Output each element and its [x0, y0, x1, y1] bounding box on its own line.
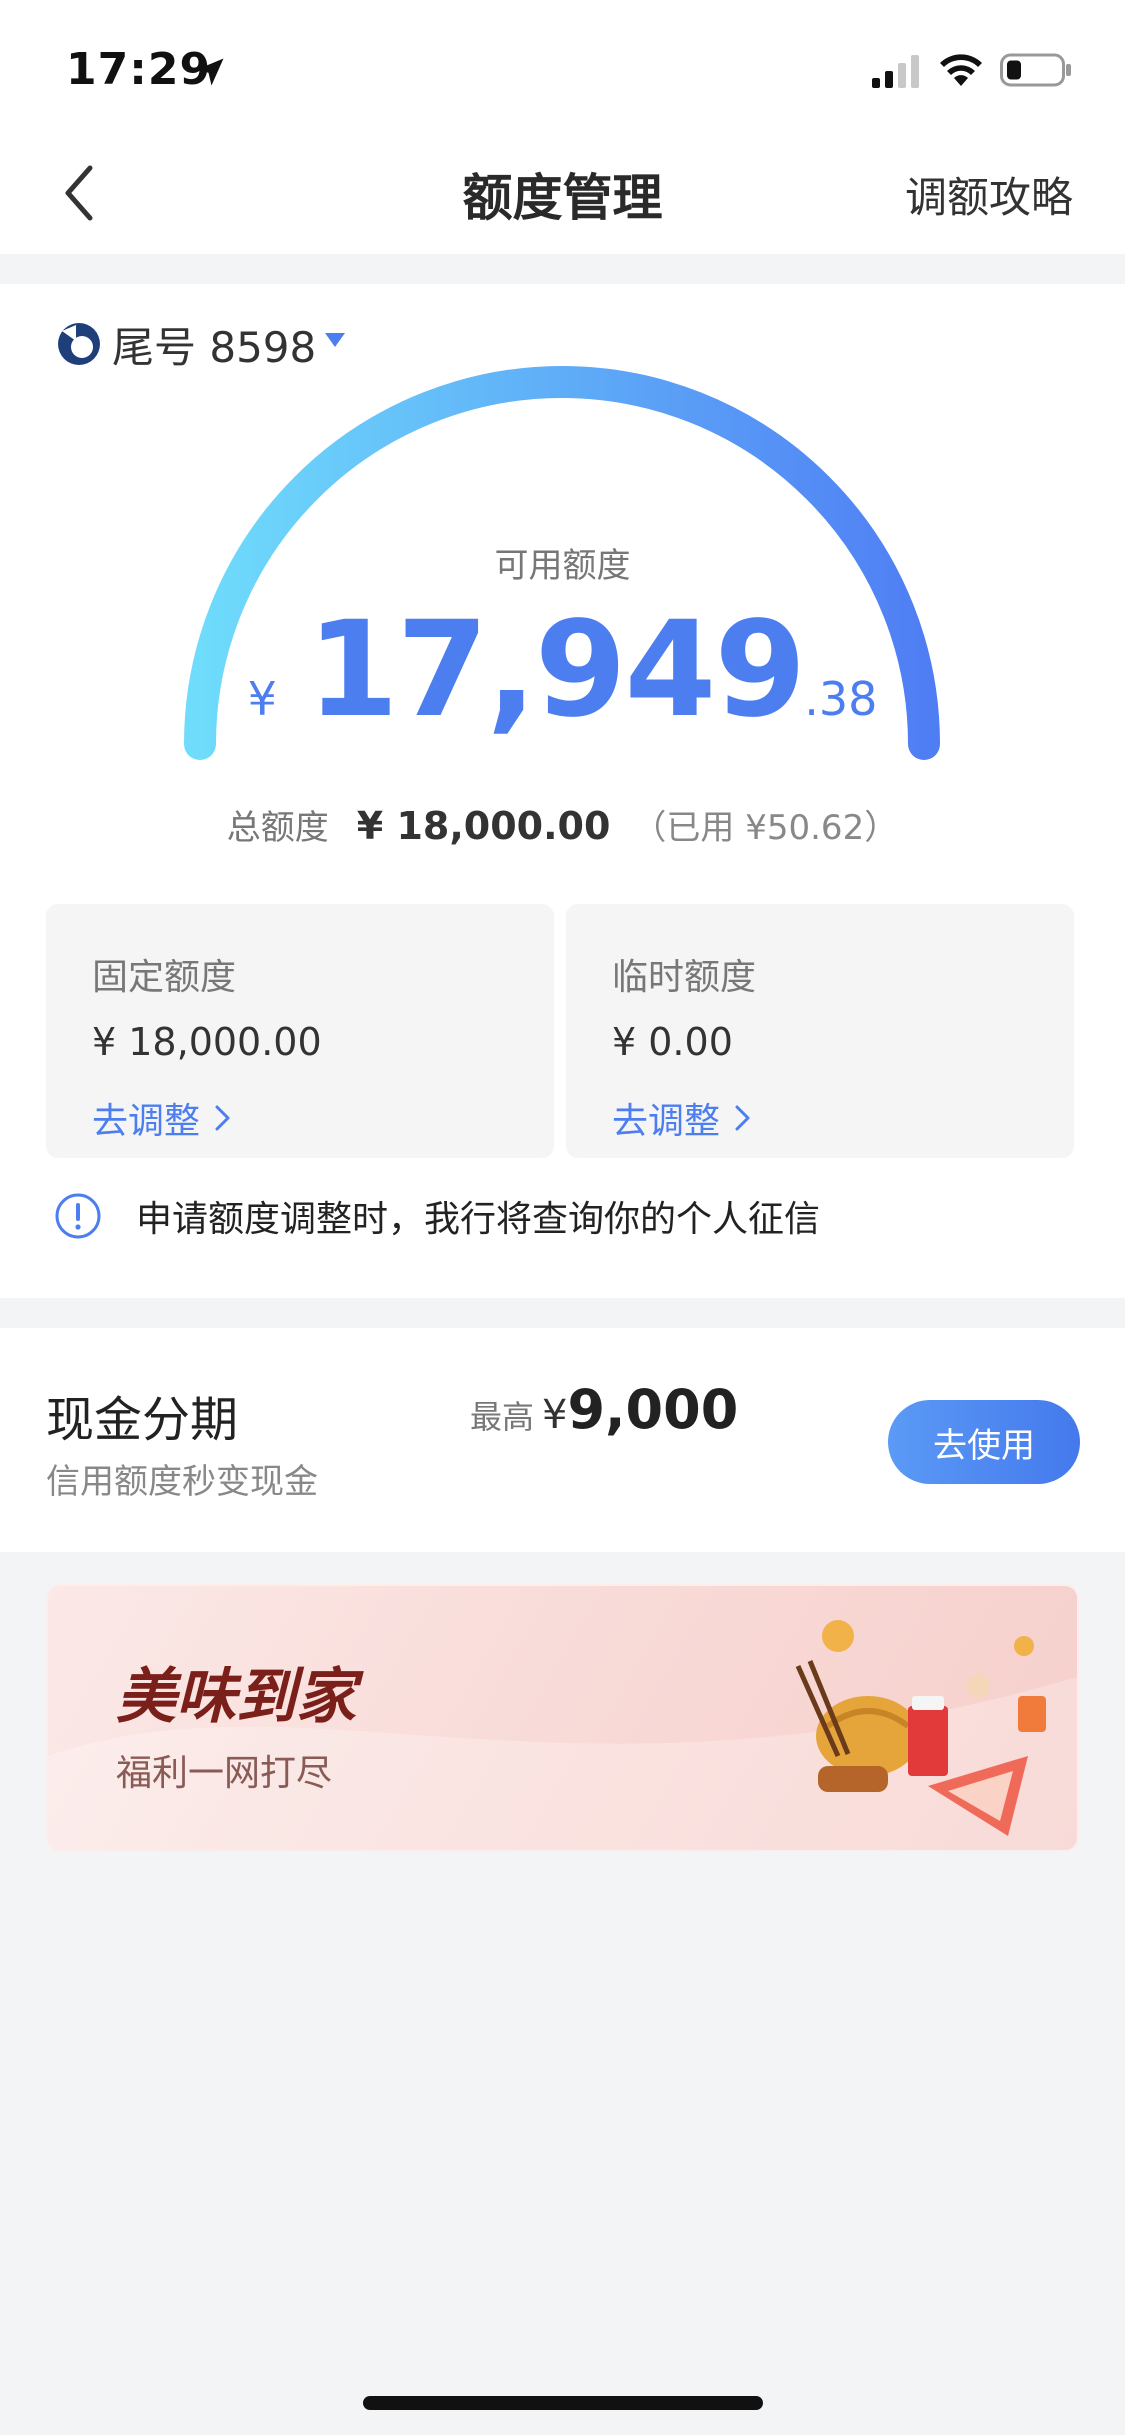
amount-decimal: .38 — [804, 672, 878, 726]
used-value: （已用 ¥50.62） — [632, 808, 899, 848]
banner-subtitle: 福利一网打尽 — [116, 1753, 333, 1794]
food-illustration-icon — [795, 1620, 1046, 1836]
total-credit-row: 总额度 ¥ 18,000.00 （已用 ¥50.62） — [0, 800, 1125, 849]
total-label: 总额度 — [226, 808, 329, 848]
bank-logo-icon — [58, 323, 100, 365]
status-time: 17:29 — [66, 44, 212, 95]
caret-down-icon — [325, 333, 346, 347]
fixed-quota-label: 固定额度 — [92, 957, 237, 998]
notice-text: 申请额度调整时，我行将查询你的个人征信 — [136, 1199, 821, 1240]
banner-title: 美味到家 — [116, 1662, 356, 1732]
use-cash-button[interactable]: 去使用 — [888, 1400, 1080, 1484]
status-bar: 17:29 — [0, 0, 1125, 140]
chevron-right-icon — [735, 1105, 750, 1131]
cash-max-value: 9,000 — [567, 1378, 739, 1441]
total-value: ¥ 18,000.00 — [356, 804, 611, 848]
cash-installment-title: 现金分期 — [46, 1392, 239, 1448]
location-arrow-icon — [196, 58, 224, 86]
adjust-guide-link[interactable]: 调额攻略 — [905, 164, 1073, 225]
temporary-quota-adjust-label: 去调整 — [612, 1101, 721, 1142]
credit-card-panel: 尾号 8598 可用额度 ¥ 17,949 .38 总额度 ¥ 18,000.0… — [0, 284, 1125, 1298]
fixed-quota-adjust-label: 去调整 — [92, 1101, 201, 1142]
cash-max-currency: ¥ — [542, 1392, 568, 1438]
temporary-quota-label: 临时额度 — [612, 957, 757, 998]
nav-bar: 额度管理 调额攻略 — [0, 140, 1125, 254]
fixed-quota-value: ¥ 18,000.00 — [92, 1020, 322, 1064]
temporary-quota-value: ¥ 0.00 — [612, 1020, 733, 1064]
temporary-quota-adjust-link[interactable]: 去调整 — [612, 1092, 752, 1144]
available-amount: ¥ 17,949 .38 — [0, 604, 1125, 736]
chevron-right-icon — [215, 1105, 230, 1131]
card-selector[interactable]: 尾号 8598 — [56, 314, 346, 374]
fixed-quota-adjust-link[interactable]: 去调整 — [92, 1092, 232, 1144]
battery-icon — [1000, 53, 1071, 87]
card-tail-number: 尾号 8598 — [112, 322, 317, 372]
fixed-quota-card: 固定额度 ¥ 18,000.00 去调整 — [46, 904, 554, 1158]
wifi-icon — [940, 54, 982, 86]
cash-max-amount: 最高 ¥ 9,000 — [470, 1378, 738, 1441]
amount-currency: ¥ — [247, 672, 277, 726]
cash-installment-section: 现金分期 信用额度秒变现金 最高 ¥ 9,000 去使用 — [0, 1328, 1125, 1552]
credit-check-notice: 申请额度调整时，我行将查询你的个人征信 — [54, 1190, 820, 1242]
cash-installment-subtitle: 信用额度秒变现金 — [46, 1462, 318, 1502]
page: 17:29 额度管理 调额攻略 尾号 8598 可用额度 ¥ 17,949 .3… — [0, 0, 1125, 2435]
food-delivery-banner[interactable]: 美味到家 福利一网打尽 — [46, 1584, 1079, 1852]
cellular-signal-icon — [872, 55, 919, 88]
temporary-quota-card: 临时额度 ¥ 0.00 去调整 — [566, 904, 1074, 1158]
info-icon — [55, 1193, 101, 1239]
available-label: 可用额度 — [494, 546, 631, 586]
amount-integer: 17,949 — [306, 593, 806, 747]
home-indicator — [363, 2396, 763, 2410]
cash-max-label: 最高 — [470, 1398, 535, 1436]
